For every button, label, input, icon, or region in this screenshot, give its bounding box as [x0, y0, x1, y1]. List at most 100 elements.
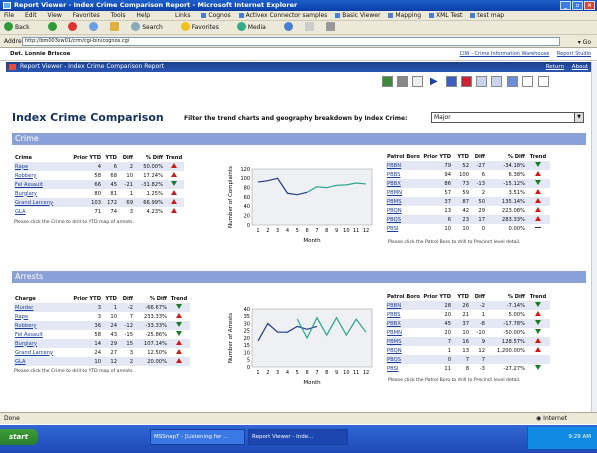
charge-link[interactable]: Rape [14, 312, 70, 321]
ytd-cell: 100 [459, 171, 469, 178]
xml-format-icon[interactable] [507, 76, 518, 87]
y-tick-label: 120 [240, 167, 250, 173]
run-icon[interactable]: ▶ [430, 76, 441, 87]
about-link[interactable]: About [572, 64, 588, 70]
link-basic-viewer[interactable]: Basic Viewer [335, 12, 380, 19]
charge-link[interactable]: Fel Assault [14, 330, 70, 339]
trend-up-icon [535, 311, 541, 316]
crime-link[interactable]: Rape [14, 162, 70, 171]
patrol-boro-link[interactable]: PBBN [386, 301, 422, 310]
mail-button[interactable] [304, 22, 316, 31]
home-button[interactable] [110, 22, 121, 31]
index-crime-select[interactable]: Major ▼ [431, 112, 584, 123]
menu-edit[interactable]: Edit [25, 12, 37, 19]
ytd-cell: 45 [102, 180, 118, 189]
status-bar: Done ◉ Internet [0, 412, 597, 424]
patrol-boro-link[interactable]: PBQN [386, 346, 422, 355]
patrol-boro-link[interactable]: PBBX [386, 319, 422, 328]
table-row: PBQN 13 42 29 223.08% [386, 206, 550, 215]
menu-favorites[interactable]: Favorites [73, 12, 100, 19]
address-input[interactable]: http://bm003sw01/crm/cgi-bin/cognos.cgi [22, 37, 560, 46]
html-format-icon[interactable] [446, 76, 457, 87]
menu-help[interactable]: Help [136, 12, 150, 19]
ytd-cell: 73 [452, 179, 470, 188]
patrol-boro-link[interactable]: PBQS [386, 215, 422, 224]
link-activex[interactable]: Activex Connector samples [239, 12, 328, 19]
patrol-boro-link[interactable]: PBBN [386, 161, 422, 170]
patrol-boro-link[interactable]: PBQS [386, 355, 422, 364]
list-icon[interactable] [538, 76, 549, 87]
ciw-link[interactable]: CIW - Crime Information Warehouse [460, 51, 550, 57]
x-tick-label: 7 [315, 228, 318, 234]
crime-link[interactable]: Fel Assault [14, 180, 70, 189]
drill-icon[interactable] [522, 76, 533, 87]
csv-format-icon[interactable] [491, 76, 502, 87]
charge-link[interactable]: Robbery [14, 321, 70, 330]
close-button[interactable]: × [584, 1, 595, 10]
link-xml-test[interactable]: XML Test [429, 12, 462, 19]
taskbar-item-mssnapt[interactable]: MSSnapT - [Listening for ... [150, 429, 245, 445]
charge-link[interactable]: Grand Larceny [14, 348, 70, 357]
col-diff: Diff [474, 293, 485, 300]
charge-link[interactable]: Burglary [14, 339, 70, 348]
user-bar: Det. Lonnie Briscoe CIW - Crime Informat… [0, 48, 597, 61]
charge-link[interactable]: Murder [14, 303, 70, 312]
report-studio-link[interactable]: Report Studio [557, 51, 591, 57]
email-icon[interactable] [412, 76, 423, 87]
save-icon[interactable] [382, 76, 393, 87]
table-row: PBBN 28 26 -2 -7.14% [386, 301, 550, 310]
patrol-boro-link[interactable]: PBBS [386, 310, 422, 319]
menu-file[interactable]: File [4, 12, 14, 19]
search-button[interactable]: Search [131, 22, 171, 31]
link-cognos[interactable]: Cognos [201, 12, 230, 19]
patrol-boro-link[interactable]: PBSI [386, 224, 422, 233]
patrol-boro-link[interactable]: PBMS [386, 337, 422, 346]
prior-ytd-cell: 20 [444, 329, 451, 336]
patrol-boro-link[interactable]: PBSI [386, 364, 422, 373]
start-button[interactable]: start [0, 429, 38, 445]
taskbar-item-report-viewer[interactable]: Report Viewer - Inde... [248, 429, 348, 445]
pdf-format-icon[interactable] [461, 76, 472, 87]
table-row: Rape 3 10 7 233.33% [14, 312, 190, 321]
vertical-scrollbar[interactable] [591, 62, 597, 412]
stop-button[interactable] [68, 22, 79, 31]
refresh-button[interactable] [89, 22, 100, 31]
ytd-cell: 21 [462, 311, 469, 318]
link-mapping[interactable]: Mapping [388, 12, 421, 19]
y-axis-label: Number of Arrests [228, 313, 234, 363]
menu-view[interactable]: View [48, 12, 62, 19]
prior-ytd-cell: 3 [70, 303, 102, 312]
return-link[interactable]: Return [546, 64, 564, 70]
x-tick-label: 8 [325, 370, 328, 376]
patrol-boro-link[interactable]: PBMS [386, 197, 422, 206]
excel-format-icon[interactable] [476, 76, 487, 87]
trend-cell [168, 348, 190, 357]
diff-cell: -21 [118, 180, 134, 189]
ytd-cell: 1 [102, 303, 118, 312]
trend-cell [526, 215, 550, 224]
history-button[interactable] [283, 22, 295, 31]
patrol-boro-link[interactable]: PBQN [386, 206, 422, 215]
patrol-boro-link[interactable]: PBBX [386, 179, 422, 188]
print-button[interactable] [325, 22, 337, 31]
crime-link[interactable]: Burglary [14, 189, 70, 198]
back-button[interactable]: Back [4, 22, 38, 31]
link-test-map[interactable]: test map [470, 12, 504, 19]
print-report-icon[interactable] [397, 76, 408, 87]
favorites-button[interactable]: Favorites [180, 22, 227, 31]
menu-tools[interactable]: Tools [111, 12, 126, 19]
media-button[interactable]: Media [236, 22, 274, 31]
diff-cell: 7 [470, 355, 486, 364]
forward-button[interactable] [47, 22, 59, 31]
maximize-button[interactable]: ▫ [572, 1, 583, 10]
crime-link[interactable]: GLA [14, 207, 70, 216]
charge-link[interactable]: GLA [14, 357, 70, 366]
crime-note: Please click the Crime to drill to YTD m… [14, 220, 134, 225]
patrol-boro-link[interactable]: PBBS [386, 170, 422, 179]
crime-link[interactable]: Grand Larceny [14, 198, 70, 207]
minimize-button[interactable]: _ [560, 1, 571, 10]
patrol-boro-link[interactable]: PBMN [386, 188, 422, 197]
patrol-boro-link[interactable]: PBMN [386, 328, 422, 337]
complaints-trend-chart: 0204060801001201 2 3 4 5 6 7 8 9 10 11 12MonthNumbe… [224, 165, 376, 245]
crime-link[interactable]: Robbery [14, 171, 70, 180]
